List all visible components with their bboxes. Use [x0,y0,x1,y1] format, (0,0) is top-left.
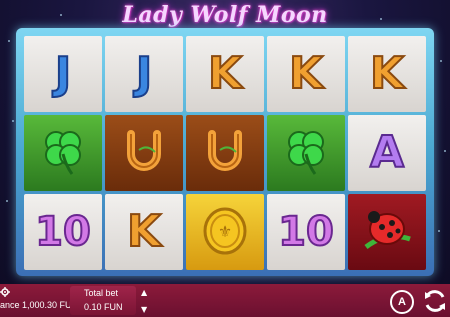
gear-icon[interactable] [0,287,10,300]
reel-cell [24,115,102,191]
reel-cell: ⚜ [186,194,264,270]
reel-cell: K [186,36,264,112]
reel-cell [186,115,264,191]
balance-text: ance 1,000.30 FUN [0,300,79,310]
four-leaf-clover-icon [279,124,333,182]
triangle-down-icon[interactable]: ▼ [141,305,147,314]
game-title: Lady Wolf Moon [122,2,328,28]
reel-cell: K [105,194,183,270]
ladybug-icon [360,203,414,261]
total-bet-value: 0.10 FUN [84,302,123,312]
total-bet-label: Total bet [84,288,119,298]
reel-cell: J [105,36,183,112]
reel-cell: K [348,36,426,112]
number-ten-icon: 10 [34,209,92,255]
reel-cell: J [24,36,102,112]
svg-text:⚜: ⚜ [218,222,232,241]
letter-k-icon: K [126,206,162,257]
number-ten-icon: 10 [277,209,335,255]
letter-k-icon: K [369,48,405,99]
autoplay-button[interactable]: A [390,290,414,314]
letter-j-icon: J [54,48,72,99]
letter-j-icon: J [135,48,153,99]
letter-a-icon: A [369,127,405,178]
letter-k-icon: K [288,48,324,99]
autoplay-label: A [398,296,406,308]
reels-grid: J J K K K A 10 K ⚜ 10 [24,36,426,270]
spin-arrows-icon [425,290,445,312]
gold-coin-icon: ⚜ [198,203,252,261]
reel-cell: 10 [24,194,102,270]
triangle-up-icon[interactable]: ▲ [141,288,147,297]
spin-button[interactable] [420,286,450,316]
reel-cell: 10 [267,194,345,270]
reel-cell: K [267,36,345,112]
horseshoe-icon [198,124,252,182]
reel-cell [105,115,183,191]
horseshoe-icon [117,124,171,182]
four-leaf-clover-icon [36,124,90,182]
reel-cell [267,115,345,191]
letter-k-icon: K [207,48,243,99]
reel-cell: A [348,115,426,191]
reel-cell [348,194,426,270]
